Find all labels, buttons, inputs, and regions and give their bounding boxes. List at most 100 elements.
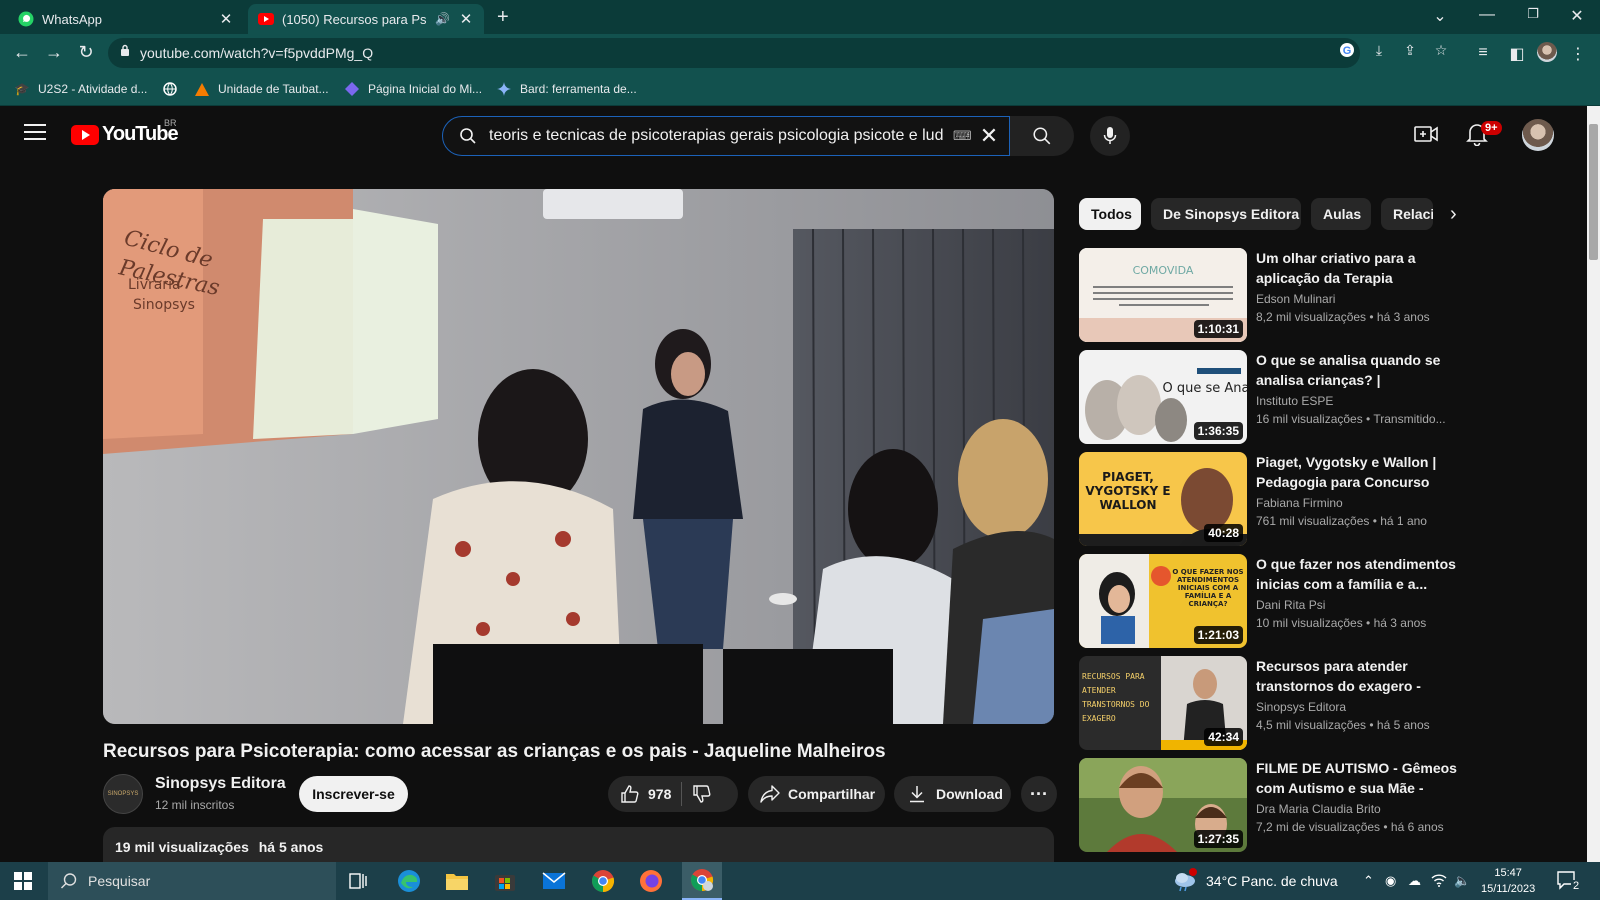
recommendation-item[interactable]: COMOVIDA 1:10:31 Um olhar criativo para … [1079, 248, 1479, 342]
chrome-profile-active-icon[interactable] [682, 862, 722, 900]
bookmark-unidade-taubate[interactable]: Unidade de Taubat... [194, 81, 329, 97]
dislike-button[interactable] [692, 784, 712, 804]
video-player[interactable]: Ciclo de Palestras Livraria Sinopsys [103, 189, 1054, 724]
weather-icon[interactable] [1172, 867, 1198, 893]
subscribe-button[interactable]: Inscrever-se [299, 776, 408, 812]
create-video-icon[interactable] [1414, 124, 1440, 146]
video-thumbnail[interactable]: RECURSOS PARA ATENDER TRANSTORNOS DO EXA… [1079, 656, 1247, 750]
download-button[interactable]: Download [894, 776, 1011, 812]
recommendation-channel[interactable]: Edson Mulinari [1256, 292, 1335, 306]
close-tab-icon[interactable]: ✕ [218, 10, 234, 28]
clear-search-icon[interactable]: ✕ [980, 123, 998, 149]
file-explorer-icon[interactable] [444, 868, 470, 894]
google-icon[interactable]: G [1337, 41, 1357, 59]
microsoft-store-icon[interactable] [492, 868, 518, 894]
recommendation-title[interactable]: Um olhar criativo para a aplicação da Te… [1256, 248, 1466, 288]
recommendation-channel[interactable]: Dra Maria Claudia Brito [1256, 802, 1381, 816]
close-tab-icon[interactable]: ✕ [458, 10, 474, 28]
video-thumbnail[interactable]: COMOVIDA 1:10:31 [1079, 248, 1247, 342]
tab-youtube[interactable]: (1050) Recursos para Psicote 🔊 ✕ [248, 4, 484, 34]
scrollbar-thumb[interactable] [1589, 124, 1598, 260]
recommendation-item[interactable]: 1:27:35 FILME DE AUTISMO - Gêmeos com Au… [1079, 758, 1479, 852]
install-app-icon[interactable]: ⤓ [1369, 41, 1389, 59]
edge-browser-icon[interactable] [396, 868, 422, 894]
profile-avatar-icon[interactable] [1537, 42, 1559, 62]
page-scrollbar[interactable] [1587, 106, 1600, 862]
weather-text[interactable]: 34°C Panc. de chuva [1206, 873, 1338, 889]
recommendation-channel[interactable]: Fabiana Firmino [1256, 496, 1343, 510]
address-bar[interactable]: youtube.com/watch?v=f5pvddPMg_Q [108, 38, 1360, 68]
share-button[interactable]: Compartilhar [748, 776, 885, 812]
recommendation-title[interactable]: O que se analisa quando se analisa crian… [1256, 350, 1466, 390]
keyboard-icon[interactable]: ⌨ [953, 128, 972, 144]
volume-icon[interactable]: 🔈 [1454, 873, 1470, 889]
browser-menu-icon[interactable]: ⋮ [1567, 44, 1589, 64]
system-clock[interactable]: 15:47 15/11/2023 [1481, 865, 1535, 897]
voice-search-button[interactable] [1090, 116, 1130, 156]
recommendation-channel[interactable]: Sinopsys Editora [1256, 700, 1346, 714]
account-avatar[interactable] [1522, 119, 1554, 151]
recommendation-title[interactable]: FILME DE AUTISMO - Gêmeos com Autismo e … [1256, 758, 1466, 798]
tab-whatsapp[interactable]: WhatsApp ✕ [8, 4, 244, 34]
video-thumbnail[interactable]: O que se Analisa 1:36:35 [1079, 350, 1247, 444]
share-page-icon[interactable]: ⇪ [1400, 41, 1420, 59]
channel-avatar[interactable]: SINOPSYS [103, 774, 143, 814]
media-control-icon[interactable]: ≡ [1472, 44, 1494, 62]
bookmark-u2s2[interactable]: 🎓 U2S2 - Atividade d... [14, 81, 148, 97]
chip-aulas[interactable]: Aulas [1311, 198, 1371, 230]
taskbar-search-box[interactable]: Pesquisar [48, 862, 336, 900]
onedrive-cloud-icon[interactable]: ☁ [1408, 873, 1421, 889]
restore-icon[interactable]: ❐ [1518, 6, 1548, 22]
search-button[interactable] [1010, 116, 1074, 156]
bookmark-globe[interactable] [162, 81, 186, 97]
more-actions-icon[interactable]: ··· [1021, 776, 1057, 812]
bookmark-pagina-inicial[interactable]: Página Inicial do Mi... [344, 81, 482, 97]
back-icon[interactable]: ← [11, 42, 33, 63]
side-panel-icon[interactable]: ◧ [1506, 44, 1528, 64]
thumb-text: O que se Analisa [1163, 381, 1247, 396]
bookmark-label: Página Inicial do Mi... [368, 82, 483, 96]
youtube-logo[interactable]: YouTube BR [71, 118, 179, 146]
recommendation-item[interactable]: RECURSOS PARA ATENDER TRANSTORNOS DO EXA… [1079, 656, 1479, 750]
video-thumbnail[interactable]: O QUE FAZER NOS ATENDIMENTOS INICIAIS CO… [1079, 554, 1247, 648]
audio-playing-icon[interactable]: 🔊 [435, 12, 450, 26]
recommendation-channel[interactable]: Dani Rita Psi [1256, 598, 1325, 612]
forward-icon[interactable]: → [43, 42, 65, 63]
video-thumbnail[interactable]: 1:27:35 [1079, 758, 1247, 852]
meet-now-icon[interactable]: ◉ [1385, 873, 1396, 889]
recommendation-item[interactable]: O que se Analisa 1:36:35 O que se analis… [1079, 350, 1479, 444]
lock-icon[interactable] [120, 44, 130, 62]
recommendation-meta: 16 mil visualizações • Transmitido... [1256, 412, 1446, 426]
menu-hamburger-icon[interactable] [24, 124, 46, 142]
bookmark-star-icon[interactable]: ☆ [1431, 41, 1451, 59]
recommendation-title[interactable]: O que fazer nos atendimentos inicias com… [1256, 554, 1466, 594]
close-window-icon[interactable]: ✕ [1562, 6, 1592, 26]
recommendation-title[interactable]: Recursos para atender transtornos do exa… [1256, 656, 1466, 696]
description-box[interactable]: 19 mil visualizações há 5 anos [103, 827, 1054, 863]
firefox-icon[interactable] [638, 868, 664, 894]
chip-todos[interactable]: Todos [1079, 198, 1141, 230]
bookmark-bard[interactable]: Bard: ferramenta de... [496, 81, 637, 97]
tab-search-chevron-icon[interactable]: ⌄ [1425, 6, 1455, 26]
video-thumbnail[interactable]: PIAGET, VYGOTSKY E WALLON 40:28 [1079, 452, 1247, 546]
chevron-right-icon[interactable]: › [1450, 203, 1457, 226]
reload-icon[interactable]: ↻ [75, 42, 97, 63]
wifi-icon[interactable] [1431, 873, 1447, 890]
recommendation-title[interactable]: Piaget, Vygotsky e Wallon | Pedagogia pa… [1256, 452, 1466, 492]
search-input[interactable]: teoris e tecnicas de psicoterapias gerai… [442, 116, 1010, 156]
bookmark-label: U2S2 - Atividade d... [38, 82, 148, 96]
minimize-icon[interactable]: — [1472, 6, 1502, 24]
channel-name[interactable]: Sinopsys Editora [155, 775, 286, 793]
windows-start-icon[interactable] [14, 872, 32, 890]
chip-de-sinopsys-editora[interactable]: De Sinopsys Editora [1151, 198, 1301, 230]
show-hidden-icons-chevron[interactable]: ⌃ [1363, 873, 1374, 889]
chrome-icon[interactable] [590, 868, 616, 894]
mail-icon[interactable] [541, 868, 567, 894]
recommendation-channel[interactable]: Instituto ESPE [1256, 394, 1333, 408]
new-tab-icon[interactable]: + [497, 6, 509, 29]
recommendation-item[interactable]: PIAGET, VYGOTSKY E WALLON 40:28 Piaget, … [1079, 452, 1479, 546]
task-view-icon[interactable] [346, 868, 372, 894]
chip-relacionados[interactable]: Relacio [1381, 198, 1433, 230]
like-button[interactable] [620, 784, 640, 804]
recommendation-item[interactable]: O QUE FAZER NOS ATENDIMENTOS INICIAIS CO… [1079, 554, 1479, 648]
